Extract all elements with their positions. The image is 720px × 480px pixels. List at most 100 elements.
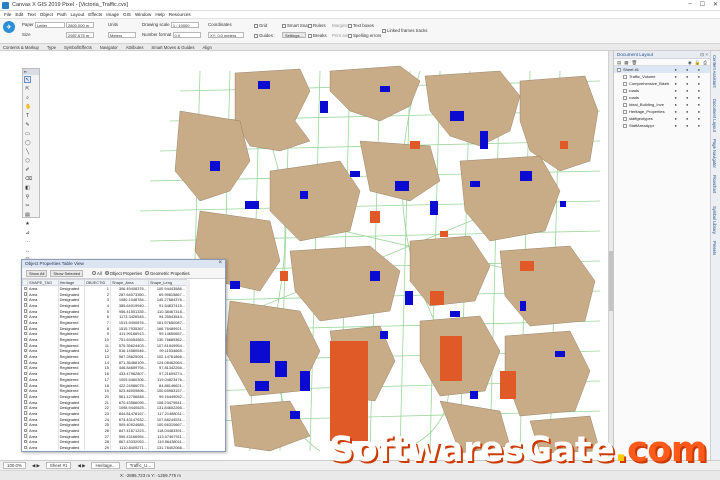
row-checkbox[interactable] — [22, 331, 28, 337]
row-checkbox[interactable] — [22, 336, 28, 343]
dots-icon[interactable]: ⋯ — [24, 238, 31, 245]
row-checkbox[interactable] — [22, 399, 28, 405]
close-icon[interactable]: × — [218, 260, 222, 266]
row-checkbox[interactable] — [22, 439, 28, 445]
ellipse-icon[interactable]: ◯ — [24, 139, 31, 146]
row-checkbox[interactable] — [22, 404, 28, 411]
layer-item[interactable]: roads ● ● ● — [614, 94, 710, 101]
measure-icon[interactable]: ⊿ — [24, 229, 31, 236]
row-checkbox[interactable] — [22, 348, 28, 354]
layer-tab-traffic[interactable]: Traffic_U... — [125, 462, 155, 469]
show-all-button[interactable]: Show All — [26, 269, 48, 277]
layer-visibility-icons[interactable]: ● ● ● — [675, 109, 704, 114]
layer-nav-icon[interactable]: ◀ ▶ — [77, 463, 85, 469]
brush-icon[interactable]: ✐ — [24, 166, 31, 173]
layer-expand-icon[interactable] — [617, 67, 621, 72]
linked-frames-toggle[interactable]: Linked frames tracks — [382, 28, 428, 33]
grid-toggle[interactable]: Grid — [254, 23, 267, 28]
object-properties-grid[interactable]: SHAPE_TAG Heritage OBJECTID Shape_Area S… — [22, 279, 188, 451]
spelling-checkbox[interactable] — [348, 33, 352, 38]
grid-checkbox[interactable] — [254, 23, 258, 28]
menu-path[interactable]: Path — [57, 12, 66, 17]
tab-contents-markup[interactable]: Contents & Markup — [3, 45, 39, 50]
line-icon[interactable]: ╲ — [24, 148, 31, 155]
row-checkbox[interactable] — [22, 427, 28, 434]
layer-expand-icon[interactable] — [623, 116, 627, 121]
linked-frames-checkbox[interactable] — [382, 28, 386, 33]
row-checkbox[interactable] — [22, 382, 28, 388]
rulers-toggle[interactable]: Rulers — [308, 23, 326, 28]
row-checkbox[interactable] — [22, 387, 28, 394]
zoom-level[interactable]: 100.0% — [3, 462, 26, 469]
sheet-tab[interactable]: Sheet #1 — [45, 462, 72, 469]
hand-icon[interactable]: ✋ — [24, 103, 31, 110]
layer-expand-icon[interactable] — [623, 123, 627, 128]
row-checkbox[interactable] — [22, 370, 28, 377]
panel-pin-icon[interactable]: ⊡ × — [700, 52, 708, 58]
side-tab-flowchart[interactable]: Flowchart — [712, 175, 717, 193]
row-checkbox[interactable] — [22, 359, 28, 366]
eraser-icon[interactable]: ⌫ — [24, 175, 32, 182]
text-boxes-toggle[interactable]: Text boxes — [348, 23, 374, 28]
layer-visibility-icons[interactable]: ● ● ● — [675, 123, 704, 128]
tab-smart-moves[interactable]: Smart Moves & Guides — [151, 45, 194, 50]
tab-type[interactable]: Type — [47, 45, 56, 50]
scissors-icon[interactable]: ✂ — [24, 202, 31, 209]
row-checkbox[interactable] — [22, 308, 28, 314]
fill-icon[interactable]: ◧ — [24, 184, 31, 191]
new-sheet-icon[interactable]: ▦ — [624, 60, 628, 65]
zoom-icon[interactable]: ⌕ — [24, 94, 31, 101]
row-checkbox[interactable] — [22, 302, 28, 309]
delete-layer-icon[interactable]: 🗑 — [632, 60, 638, 65]
tab-attributes[interactable]: Attributes — [126, 45, 144, 50]
layer-visibility-icons[interactable]: ● ● ● — [675, 74, 704, 79]
maximize-button[interactable]: ☐ — [700, 1, 705, 8]
radio-geometric-properties[interactable]: Geometric Properties — [145, 271, 190, 276]
tool-palette-header[interactable]: ▪▪ — [23, 69, 39, 75]
layer-item[interactable]: staffgeotypes ● ● ● — [614, 115, 710, 122]
select-arrow-icon[interactable]: ↖ — [24, 76, 31, 83]
sheet-item[interactable]: Sheet #1 ● ● ● — [614, 66, 710, 73]
menu-gis[interactable]: GIS — [123, 12, 131, 17]
menu-object[interactable]: Object — [40, 12, 53, 17]
coordinates-field[interactable]: XY: 0.0 meters — [208, 32, 244, 38]
spelling-toggle[interactable]: Spelling errors — [348, 33, 381, 38]
direct-select-icon[interactable]: ⇱ — [24, 85, 31, 92]
row-checkbox[interactable] — [22, 433, 28, 440]
layer-visibility-icons[interactable]: ● ● ● — [675, 67, 704, 72]
row-checkbox[interactable] — [22, 296, 28, 303]
eyedropper-icon[interactable]: ⚲ — [24, 193, 31, 200]
menu-text[interactable]: Text — [27, 12, 35, 17]
row-checkbox[interactable] — [22, 285, 28, 292]
size-height-field[interactable]: 2987.675 m — [66, 32, 94, 38]
menu-file[interactable]: File — [4, 12, 11, 17]
row-checkbox[interactable] — [22, 422, 28, 428]
layer-visibility-icons[interactable]: ● ● ● — [675, 81, 704, 86]
rulers-checkbox[interactable] — [308, 23, 312, 28]
guides-checkbox[interactable] — [254, 33, 258, 38]
pen-icon[interactable]: ✎ — [24, 121, 31, 128]
table-row[interactable]: Area Designated 29 1110.8409271... 131.78402… — [22, 444, 188, 451]
number-format-field[interactable]: 0.0 — [172, 32, 201, 38]
row-checkbox[interactable] — [22, 325, 28, 331]
breaks-checkbox[interactable] — [308, 33, 312, 38]
side-tab-document-layout[interactable]: Document Layout — [712, 99, 717, 132]
radio-object-properties[interactable]: Object Properties — [104, 271, 142, 276]
row-checkbox[interactable] — [22, 410, 28, 417]
row-checkbox[interactable] — [22, 353, 28, 360]
row-checkbox[interactable] — [22, 365, 28, 371]
row-checkbox[interactable] — [22, 393, 28, 400]
settings-button[interactable]: Settings... — [282, 32, 306, 38]
row-checkbox[interactable] — [22, 342, 28, 349]
layer-expand-icon[interactable] — [623, 74, 627, 79]
arrows-icon[interactable]: ↔ — [24, 247, 31, 254]
row-checkbox[interactable] — [22, 313, 28, 320]
layer-visibility-icons[interactable]: ● ● ● — [675, 88, 704, 93]
guides-toggle[interactable]: Guides — [254, 33, 273, 38]
minimize-button[interactable]: – — [688, 1, 691, 8]
layer-expand-icon[interactable] — [623, 95, 627, 100]
radio-all[interactable]: All — [92, 271, 102, 276]
menu-effects[interactable]: Effects — [88, 12, 102, 17]
layer-expand-icon[interactable] — [623, 102, 627, 107]
row-checkbox[interactable] — [22, 291, 28, 297]
